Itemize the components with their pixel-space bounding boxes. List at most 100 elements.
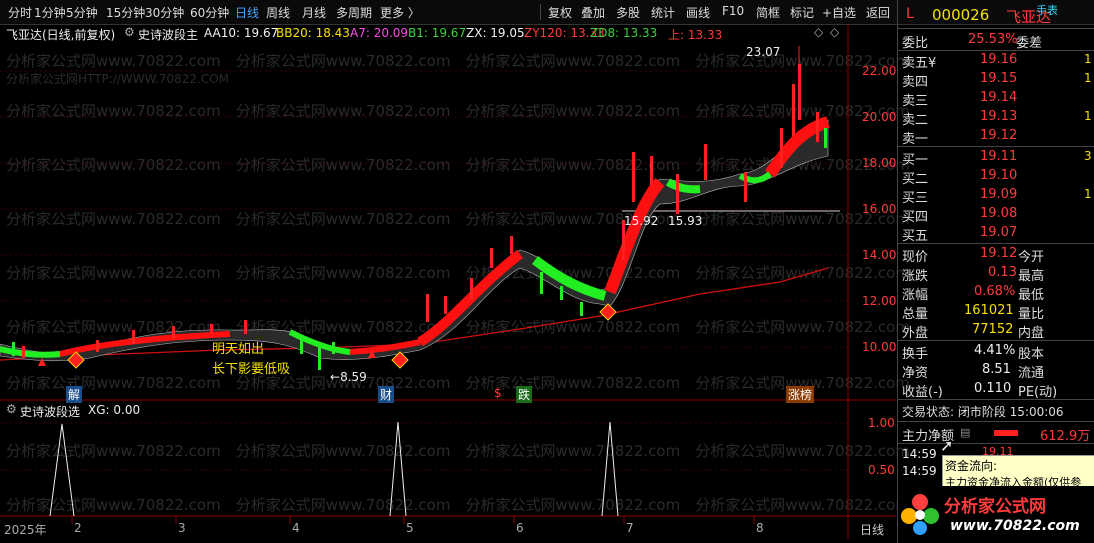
annotation-line2: 长下影要低吸	[212, 362, 291, 377]
stat-label2: 今开	[1018, 250, 1045, 265]
period-tab-60min[interactable]: 60分钟	[190, 4, 229, 21]
stat-value: 161021	[964, 303, 1014, 318]
period-tab-15min[interactable]: 15分钟	[106, 4, 145, 21]
event-badge-finance[interactable]: 财	[378, 386, 395, 403]
stock-code[interactable]: 000026	[932, 6, 989, 24]
sell1-label: 卖一	[902, 132, 929, 147]
main-net-bar	[994, 430, 1018, 436]
sector-tag[interactable]: 手表	[1036, 2, 1058, 18]
sell3-label: 卖三	[902, 94, 929, 109]
sell1-price[interactable]: 19.12	[980, 128, 1017, 143]
stat2-label: 收益(-)	[902, 385, 943, 400]
trade-status: 交易状态: 闭市阶段 15:00:06	[902, 405, 1064, 419]
mark-button[interactable]: 标记	[790, 4, 814, 21]
time-tick: 7	[626, 521, 634, 535]
event-badge-rank[interactable]: 涨榜	[786, 386, 815, 403]
price-tick: 18.00	[862, 156, 897, 170]
brand-logo: 分析家公式网 www.70822.com	[898, 486, 1094, 543]
buy1-vol: 3	[1084, 149, 1092, 163]
buy4-price[interactable]: 19.08	[980, 206, 1017, 221]
tick-time: 14:59	[902, 464, 937, 478]
price-tick: 12.00	[862, 294, 897, 308]
period-label[interactable]: 日线	[860, 521, 884, 538]
logo-url: www.70822.com	[950, 518, 1080, 534]
sell2-price[interactable]: 19.13	[980, 109, 1017, 124]
weicha-label: 委差	[1016, 36, 1043, 51]
buy5-price[interactable]: 19.07	[980, 225, 1017, 240]
stat-label2: 量比	[1018, 307, 1045, 322]
price-plot	[0, 24, 896, 539]
f10-button[interactable]: F10	[722, 4, 744, 18]
sell2-label: 卖二	[902, 113, 929, 128]
price-tick: 10.00	[862, 340, 897, 354]
buy1-price[interactable]: 19.11	[980, 149, 1017, 164]
subchart-title[interactable]: 史诗波段选	[20, 403, 80, 420]
period-tab-multi[interactable]: 多周期	[336, 4, 372, 21]
subchart-settings-icon[interactable]: ⚙	[6, 402, 17, 416]
back-button[interactable]: 返回	[866, 4, 890, 21]
time-tick: 4	[292, 521, 300, 535]
sub-axis-tick: 0.50	[868, 463, 895, 477]
simple-frame-button[interactable]: 简框	[756, 4, 780, 21]
sell2-vol: 1	[1084, 109, 1092, 123]
main-net-value: 612.9万	[1040, 429, 1091, 444]
event-badge-unlock[interactable]: 解	[66, 386, 83, 403]
sell5-vol: 1	[1084, 52, 1092, 66]
stat-label2: 内盘	[1018, 326, 1045, 341]
period-tab-fenshi[interactable]: 分时	[8, 4, 32, 21]
low-price-label: ←8.59	[330, 370, 367, 384]
stat-value: 19.12	[980, 246, 1018, 261]
buy2-label: 买二	[902, 172, 929, 187]
add-watchlist-button[interactable]: +自选	[822, 4, 856, 21]
buy2-price[interactable]: 19.10	[980, 168, 1017, 183]
stat2-value: 8.51	[982, 362, 1011, 377]
draw-line-button[interactable]: 画线	[686, 4, 710, 21]
sell4-label: 卖四	[902, 75, 929, 90]
buy4-label: 买四	[902, 210, 929, 225]
sell5-price[interactable]: 19.16	[980, 52, 1017, 67]
support-label-2: 15.93	[668, 214, 703, 228]
stat-value: 0.13	[988, 265, 1017, 280]
overlay-button[interactable]: 叠加	[581, 4, 605, 21]
stat-label: 总量	[902, 307, 929, 322]
market-flag: L	[906, 6, 914, 22]
sell4-price[interactable]: 19.15	[980, 71, 1017, 86]
event-badge-drop[interactable]: 跌	[516, 386, 533, 403]
mouse-cursor-icon: ➚	[940, 436, 954, 455]
period-tab-5min[interactable]: 5分钟	[66, 4, 98, 21]
kline-chart[interactable]: 飞亚达(日线,前复权) ⚙ 史诗波段主 AA10: 19.67 BB20: 18…	[0, 24, 910, 539]
period-tab-daily[interactable]: 日线	[235, 4, 259, 21]
subchart-value: XG: 0.00	[88, 403, 141, 417]
stat-value: 77152	[972, 322, 1014, 337]
price-tick: 22.00	[862, 64, 897, 78]
sell3-price[interactable]: 19.14	[980, 90, 1017, 105]
period-tab-monthly[interactable]: 月线	[302, 4, 326, 21]
price-tick: 14.00	[862, 248, 897, 262]
fuquan-button[interactable]: 复权	[548, 4, 572, 21]
stat-label: 涨跌	[902, 269, 929, 284]
toolbar-divider	[540, 4, 541, 20]
stat-label: 外盘	[902, 326, 929, 341]
stat2-label2: 股本	[1018, 347, 1045, 362]
time-tick: 6	[516, 521, 524, 535]
buy3-vol: 1	[1084, 187, 1092, 201]
list-icon[interactable]: ▤	[960, 426, 970, 439]
period-tab-more[interactable]: 更多 〉	[380, 4, 420, 21]
tick-time: 14:59	[902, 447, 937, 461]
period-tab-weekly[interactable]: 周线	[266, 4, 290, 21]
period-tab-30min[interactable]: 30分钟	[145, 4, 184, 21]
buy1-label: 买一	[902, 153, 929, 168]
weibi-value: 25.53%	[968, 32, 1018, 47]
multi-stock-button[interactable]: 多股	[616, 4, 640, 21]
time-tick: 8	[756, 521, 764, 535]
stats-button[interactable]: 统计	[651, 4, 675, 21]
annotation-line1: 明天如出	[212, 342, 265, 357]
stat2-label2: PE(动)	[1018, 385, 1058, 400]
stat-label2: 最低	[1018, 288, 1045, 303]
period-tab-1min[interactable]: 1分钟	[34, 4, 66, 21]
stat2-value: 0.110	[974, 381, 1012, 396]
event-badge-dividend[interactable]: $	[494, 386, 502, 400]
stat2-label: 净资	[902, 366, 929, 381]
buy3-price[interactable]: 19.09	[980, 187, 1017, 202]
stat2-label2: 流通	[1018, 366, 1045, 381]
